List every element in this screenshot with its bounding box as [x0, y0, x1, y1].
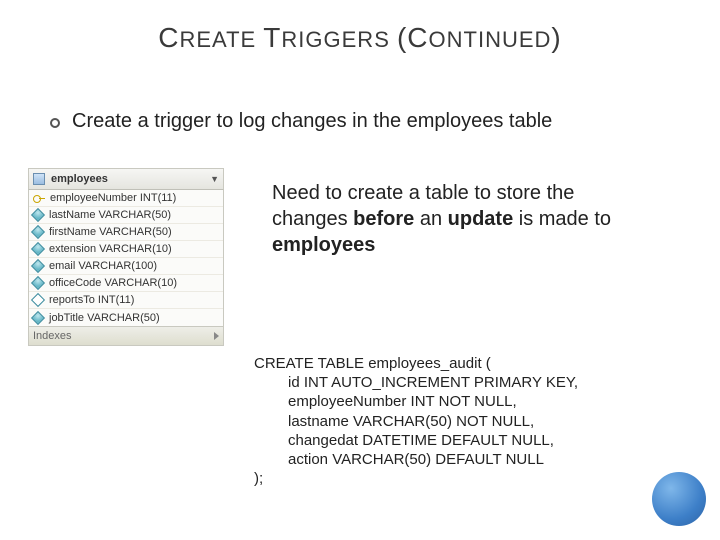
text-bold: employees: [272, 234, 375, 256]
column-row: lastName VARCHAR(50): [29, 207, 223, 224]
column-row: firstName VARCHAR(50): [29, 224, 223, 241]
column-label: firstName VARCHAR(50): [49, 226, 172, 238]
bullet-row: Create a trigger to log changes in the e…: [50, 110, 680, 133]
sql-line: action VARCHAR(50) DEFAULT NULL: [254, 450, 684, 469]
decorative-circle: [652, 472, 706, 526]
indexes-label: Indexes: [33, 330, 72, 342]
expand-icon: [214, 332, 219, 340]
diamond-icon: [31, 293, 45, 307]
sql-line: CREATE TABLE employees_audit (: [254, 355, 491, 372]
column-row: extension VARCHAR(10): [29, 241, 223, 258]
column-list: employeeNumber INT(11) lastName VARCHAR(5…: [28, 190, 224, 327]
slide-title: CREATE TRIGGERS (CONTINUED): [0, 22, 720, 54]
column-label: reportsTo INT(11): [49, 294, 134, 306]
title-frag: REATE: [179, 27, 263, 52]
sql-code: CREATE TABLE employees_audit ( id INT AU…: [254, 354, 684, 488]
diamond-icon: [31, 225, 45, 239]
bullet-icon: [50, 118, 60, 128]
column-label: employeeNumber INT(11): [50, 192, 176, 204]
diamond-icon: [31, 208, 45, 222]
sql-line: );: [254, 470, 263, 487]
column-row: reportsTo INT(11): [29, 292, 223, 309]
column-row: jobTitle VARCHAR(50): [29, 309, 223, 326]
column-label: jobTitle VARCHAR(50): [49, 312, 160, 324]
column-label: officeCode VARCHAR(10): [49, 277, 177, 289]
diamond-icon: [31, 310, 45, 324]
table-header: employees ▼: [28, 168, 224, 190]
indexes-row: Indexes: [28, 327, 224, 346]
title-frag: (C: [397, 22, 429, 53]
key-icon: [33, 193, 44, 204]
column-row: officeCode VARCHAR(10): [29, 275, 223, 292]
title-frag: ONTINUED: [429, 27, 552, 52]
column-label: email VARCHAR(100): [49, 260, 157, 272]
sql-line: id INT AUTO_INCREMENT PRIMARY KEY,: [254, 373, 684, 392]
column-row: employeeNumber INT(11): [29, 190, 223, 207]
table-name: employees: [51, 173, 108, 185]
table-schema-panel: employees ▼ employeeNumber INT(11) lastNa…: [28, 168, 224, 346]
explain-text: Need to create a table to store the chan…: [272, 180, 632, 258]
slide: CREATE TRIGGERS (CONTINUED) Create a tri…: [0, 0, 720, 540]
title-frag: RIGGERS: [281, 27, 397, 52]
text-bold: update: [448, 208, 514, 230]
diamond-icon: [31, 276, 45, 290]
text-bold: before: [353, 208, 414, 230]
title-frag: ): [551, 22, 561, 53]
column-label: lastName VARCHAR(50): [49, 209, 171, 221]
diamond-icon: [31, 242, 45, 256]
column-label: extension VARCHAR(10): [49, 243, 172, 255]
bullet-text: Create a trigger to log changes in the e…: [72, 110, 552, 133]
sql-line: lastname VARCHAR(50) NOT NULL,: [254, 412, 684, 431]
table-icon: [33, 173, 45, 185]
title-frag: C: [158, 22, 179, 53]
column-row: email VARCHAR(100): [29, 258, 223, 275]
text: an: [414, 208, 447, 230]
sql-line: changedat DATETIME DEFAULT NULL,: [254, 431, 684, 450]
text: is made to: [513, 208, 611, 230]
chevron-down-icon: ▼: [210, 174, 219, 184]
title-frag: T: [263, 22, 281, 53]
sql-line: employeeNumber INT NOT NULL,: [254, 392, 684, 411]
diamond-icon: [31, 259, 45, 273]
